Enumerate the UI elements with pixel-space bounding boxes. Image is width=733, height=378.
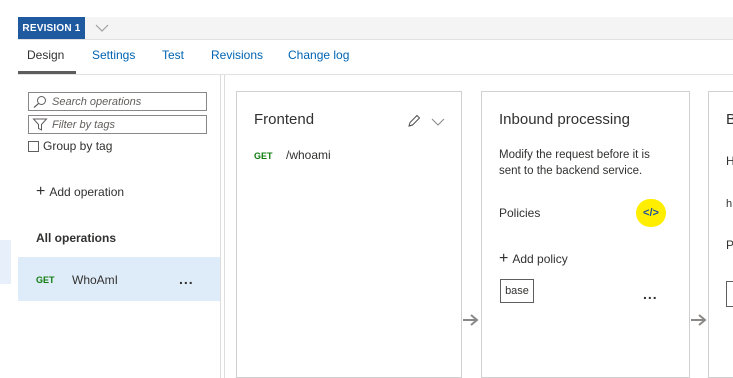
inbound-description-line1: Modify the request before it is <box>499 149 650 161</box>
backend-card: B H h P <box>708 91 733 378</box>
add-policy-label: Add policy <box>512 252 568 266</box>
frontend-title: Frontend <box>254 111 315 128</box>
plus-icon: + <box>36 183 46 200</box>
tabs-divider <box>18 74 733 75</box>
policy-more-icon[interactable]: ... <box>643 286 658 302</box>
revision-dropdown-chevron-icon[interactable] <box>91 18 113 38</box>
search-operations-input[interactable] <box>52 95 202 108</box>
inbound-processing-card: Inbound processing Modify the request be… <box>481 91 690 378</box>
frontend-path: /whoami <box>286 148 331 162</box>
filter-icon <box>32 118 48 131</box>
frontend-verb-badge: GET <box>254 151 273 161</box>
tab-design[interactable]: Design <box>27 48 64 70</box>
add-operation-label: Add operation <box>49 185 125 199</box>
edit-pencil-icon[interactable] <box>406 113 422 134</box>
tab-settings[interactable]: Settings <box>92 48 135 70</box>
backend-text-2: h <box>726 198 733 210</box>
filter-tags-input[interactable] <box>52 118 202 131</box>
base-policy[interactable]: base <box>500 279 534 303</box>
backend-policy-box[interactable] <box>726 281 733 307</box>
flow-arrow-icon <box>690 312 708 333</box>
policies-label: Policies <box>499 206 541 220</box>
backend-text-1: H <box>726 154 733 168</box>
backend-text-3: P <box>726 238 733 252</box>
group-by-tag-toggle[interactable]: Group by tag <box>28 139 112 153</box>
expand-chevron-icon[interactable] <box>430 115 446 133</box>
backend-title: B <box>726 111 733 128</box>
inbound-title: Inbound processing <box>499 111 630 128</box>
panel-splitter[interactable] <box>224 75 225 378</box>
inbound-description-line2: sent to the backend service. <box>499 165 643 177</box>
revision-badge[interactable]: REVISION 1 <box>18 17 85 39</box>
flow-arrow-icon <box>462 312 480 333</box>
add-policy-button[interactable]: + Add policy <box>499 250 568 267</box>
operation-row-whoami[interactable]: GET WhoAmI ... <box>18 257 220 301</box>
plus-icon: + <box>499 250 509 267</box>
code-editor-icon[interactable]: </> <box>636 199 666 227</box>
operation-name: WhoAmI <box>72 273 119 287</box>
add-operation-button[interactable]: + Add operation <box>36 183 125 200</box>
outer-selection-marker <box>0 240 11 284</box>
left-panel-divider <box>220 75 221 378</box>
search-icon <box>32 95 48 108</box>
frontend-card: Frontend GET /whoami <box>236 91 462 378</box>
tab-revisions[interactable]: Revisions <box>211 48 263 70</box>
search-operations-field[interactable] <box>28 92 207 111</box>
tab-test[interactable]: Test <box>162 48 184 70</box>
group-by-tag-label: Group by tag <box>43 139 113 153</box>
tab-change-log[interactable]: Change log <box>288 48 349 70</box>
all-operations-item[interactable]: All operations <box>36 231 116 245</box>
filter-tags-field[interactable] <box>28 115 207 134</box>
group-by-tag-checkbox[interactable] <box>28 140 39 152</box>
operation-more-icon[interactable]: ... <box>179 271 194 287</box>
revision-bar <box>18 17 733 40</box>
operation-verb-badge: GET <box>36 275 55 285</box>
